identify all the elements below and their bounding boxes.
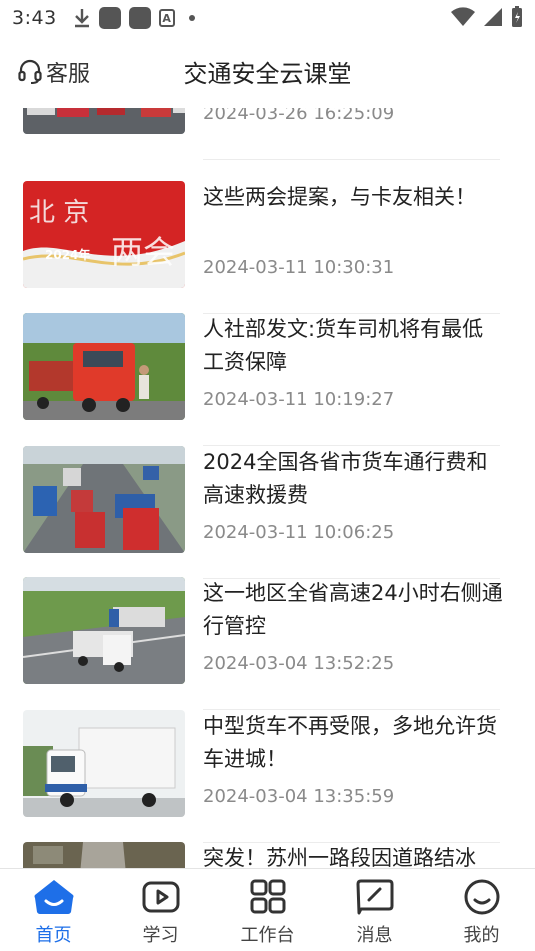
grid-icon — [246, 877, 290, 917]
article-thumbnail — [23, 108, 185, 134]
article-thumbnail — [23, 446, 185, 553]
nav-label: 我的 — [463, 925, 500, 946]
download-icon — [74, 9, 89, 28]
article-title: 突发！苏州一路段因道路结冰 — [203, 846, 476, 868]
article-date: 2024-03-04 13:35:59 — [203, 786, 395, 807]
battery-icon — [512, 6, 522, 27]
list-item[interactable]: 人社部发文:货车司机将有最低工资保障 2024-03-11 10:19:27 — [0, 313, 535, 446]
notification-icons: A — [73, 7, 195, 29]
bottom-nav: 首页 学习 工作台 消息 我的 — [0, 868, 535, 951]
nav-home[interactable]: 首页 — [0, 869, 107, 951]
signal-icon — [484, 8, 502, 26]
banner-text-year: 2024年 — [45, 247, 90, 262]
article-title: 人社部发文:货车司机将有最低工资保障 — [203, 317, 484, 374]
article-thumbnail — [23, 710, 185, 817]
nav-workbench[interactable]: 工作台 — [214, 869, 321, 951]
list-item[interactable]: 突发！苏州一路段因道路结冰 — [0, 842, 535, 868]
list-item[interactable]: 中型货车不再受限，多地允许货车进城！ 2024-03-04 13:35:59 — [0, 710, 535, 843]
article-thumbnail — [23, 577, 185, 684]
article-title: 中型货车不再受限，多地允许货车进城！ — [203, 714, 497, 771]
article-date: 2024-03-11 10:19:27 — [203, 389, 395, 410]
status-bar: 3:43 A — [0, 0, 535, 36]
nav-label: 学习 — [142, 925, 179, 946]
system-status-icons — [451, 6, 523, 28]
article-title: 这一地区全省高速24小时右侧通行管控 — [203, 581, 503, 638]
article-date: 2024-03-11 10:06:25 — [203, 522, 395, 543]
more-notifications-dot-icon — [188, 15, 195, 21]
app-notification-icon — [98, 7, 121, 29]
article-thumbnail — [23, 313, 185, 420]
list-item[interactable]: 2024全国各省市货车通行费和高速救援费 2024-03-11 10:06:25 — [0, 446, 535, 579]
list-item[interactable]: 这一地区全省高速24小时右侧通行管控 2024-03-04 13:52:25 — [0, 577, 535, 710]
list-item[interactable]: 2024-03-26 16:25:09 — [0, 108, 535, 160]
article-date: 2024-03-11 10:30:31 — [203, 257, 395, 278]
nav-label: 消息 — [356, 925, 393, 946]
a-notification-icon: A — [158, 9, 175, 27]
play-icon — [139, 877, 183, 917]
nav-messages[interactable]: 消息 — [321, 869, 428, 951]
article-date: 2024-03-26 16:25:09 — [203, 108, 395, 124]
nav-label: 工作台 — [240, 925, 295, 946]
article-title: 这些两会提案，与卡友相关！ — [203, 185, 476, 209]
list-item[interactable]: 北 京 2024年 两会 这些两会提案，与卡友相关！ 2024-03-11 10… — [0, 181, 535, 314]
page-title: 交通安全云课堂 — [183, 60, 352, 88]
nav-mine[interactable]: 我的 — [428, 869, 535, 951]
divider — [203, 159, 500, 160]
wifi-icon — [451, 7, 475, 27]
banner-text-lianghui: 两会 — [111, 233, 175, 271]
app-notification-icon-2 — [128, 7, 151, 29]
article-thumbnail: 北 京 2024年 两会 — [23, 181, 185, 288]
article-list[interactable]: 2024-03-26 16:25:09 北 京 2024年 两会 这些两会提案，… — [0, 108, 535, 868]
message-icon — [353, 877, 397, 917]
banner-text-beijing: 北 京 — [29, 198, 89, 228]
smile-icon — [460, 877, 504, 917]
article-date: 2024-03-04 13:52:25 — [203, 653, 395, 674]
article-thumbnail — [23, 842, 185, 868]
nav-study[interactable]: 学习 — [107, 869, 214, 951]
home-icon — [32, 877, 76, 917]
article-title: 2024全国各省市货车通行费和高速救援费 — [203, 450, 488, 507]
status-time: 3:43 — [12, 7, 57, 29]
app-header: 客服 交通安全云课堂 — [0, 36, 535, 108]
nav-label: 首页 — [35, 925, 72, 946]
